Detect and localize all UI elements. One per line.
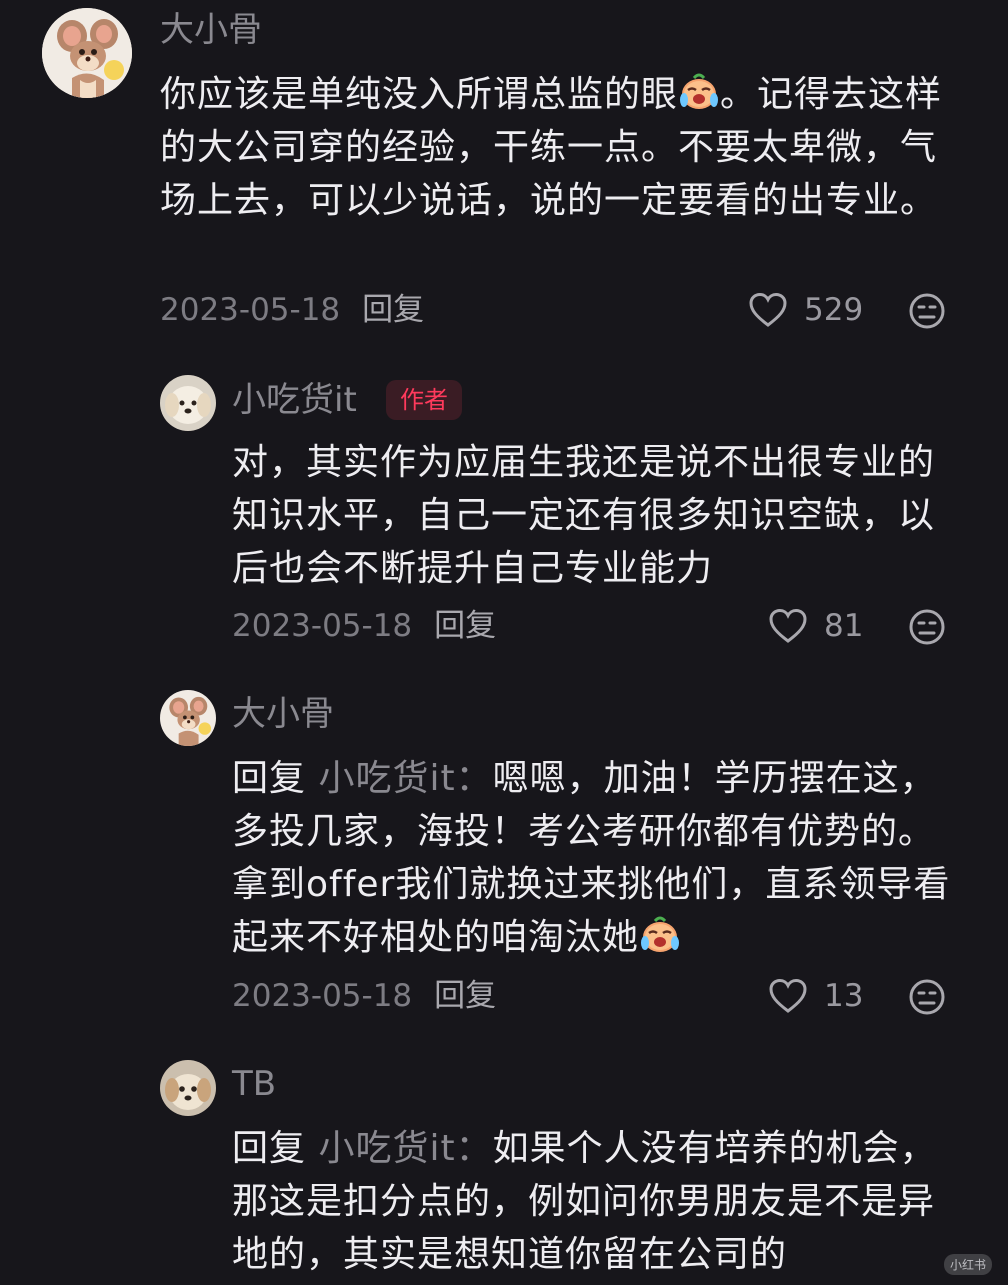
comment-body: 对，其实作为应届生我还是说不出很专业的知识水平，自己一定还有很多知识空缺，以后也… bbox=[232, 442, 936, 589]
user-avatar[interactable] bbox=[42, 8, 132, 98]
comment-body: 回复 小吃货it：如果个人没有培养的机会，那这是扣分点的，例如问你男朋友是不是异… bbox=[232, 1122, 952, 1281]
like-button[interactable]: 81 bbox=[768, 606, 878, 646]
comment-meta: 2023-05-18 回复 bbox=[232, 976, 496, 1016]
comment-date: 2023-05-18 bbox=[232, 608, 413, 644]
like-button[interactable]: 529 bbox=[748, 290, 878, 330]
comment-body: 你应该是单纯没入所谓总监的眼 。记得去这样的大公司穿的经验，干练一点。不要太卑微… bbox=[160, 68, 960, 227]
comment-username[interactable]: 小吃货it bbox=[232, 380, 357, 420]
like-count: 13 bbox=[824, 978, 864, 1014]
dislike-face-icon bbox=[909, 609, 945, 645]
user-avatar[interactable] bbox=[160, 375, 216, 431]
comment-meta: 2023-05-18 回复 bbox=[232, 606, 496, 646]
dislike-button[interactable] bbox=[908, 292, 946, 330]
heart-icon bbox=[769, 608, 807, 643]
dislike-button[interactable] bbox=[908, 978, 946, 1016]
comment-reply-item: 大小骨 回复 小吃货it：嗯嗯，加油！学历摆在这，多投几家，海投！考公考研你都有… bbox=[0, 680, 1008, 1040]
reply-prefix: 回复 bbox=[232, 758, 307, 799]
user-avatar[interactable] bbox=[160, 1060, 216, 1116]
comment-body: 回复 小吃货it：嗯嗯，加油！学历摆在这，多投几家，海投！考公考研你都有优势的。… bbox=[232, 752, 952, 964]
reply-button[interactable]: 回复 bbox=[434, 978, 496, 1014]
user-avatar[interactable] bbox=[160, 690, 216, 746]
comment-reply-item: TB 回复 小吃货it：如果个人没有培养的机会，那这是扣分点的，例如问你男朋友是… bbox=[0, 1050, 1008, 1285]
reply-prefix: 回复 bbox=[232, 1128, 307, 1169]
crying-laughing-emoji-icon bbox=[678, 72, 720, 112]
comment-date: 2023-05-18 bbox=[232, 978, 413, 1014]
jerry-mouse-avatar-icon bbox=[160, 690, 216, 746]
author-badge: 作者 bbox=[386, 380, 462, 420]
comment-date: 2023-05-18 bbox=[160, 292, 341, 328]
reply-target-username[interactable]: 小吃货it： bbox=[318, 758, 492, 799]
reply-button[interactable]: 回复 bbox=[434, 608, 496, 644]
like-count: 81 bbox=[824, 608, 864, 644]
heart-icon bbox=[749, 292, 787, 327]
heart-icon bbox=[769, 978, 807, 1013]
watermark-badge: 小红书 bbox=[943, 1254, 992, 1275]
comment-username[interactable]: 大小骨 bbox=[232, 694, 334, 734]
comment-thread: 大小骨 你应该是单纯没入所谓总监的眼 。记得去这样的大公司穿的经验，干练一点。不… bbox=[0, 0, 1008, 1285]
comment-username[interactable]: TB bbox=[232, 1064, 276, 1104]
dislike-face-icon bbox=[909, 979, 945, 1015]
comment-item: 大小骨 你应该是单纯没入所谓总监的眼 。记得去这样的大公司穿的经验，干练一点。不… bbox=[0, 0, 1008, 350]
dog-avatar-icon bbox=[160, 375, 216, 431]
crying-laughing-emoji-icon bbox=[639, 915, 681, 955]
reply-button[interactable]: 回复 bbox=[362, 292, 424, 328]
jerry-mouse-avatar-icon bbox=[42, 8, 132, 98]
like-count: 529 bbox=[804, 292, 864, 328]
comment-meta: 2023-05-18 回复 bbox=[160, 290, 424, 330]
comment-body-part: 你应该是单纯没入所谓总监的眼 bbox=[160, 74, 679, 115]
dislike-face-icon bbox=[909, 293, 945, 329]
reply-target-username[interactable]: 小吃货it： bbox=[318, 1128, 492, 1169]
dislike-button[interactable] bbox=[908, 608, 946, 646]
like-button[interactable]: 13 bbox=[768, 976, 878, 1016]
puppy-avatar-icon bbox=[160, 1060, 216, 1116]
comment-username[interactable]: 大小骨 bbox=[160, 10, 262, 50]
comment-reply-item: 小吃货it 作者 对，其实作为应届生我还是说不出很专业的知识水平，自己一定还有很… bbox=[0, 360, 1008, 660]
